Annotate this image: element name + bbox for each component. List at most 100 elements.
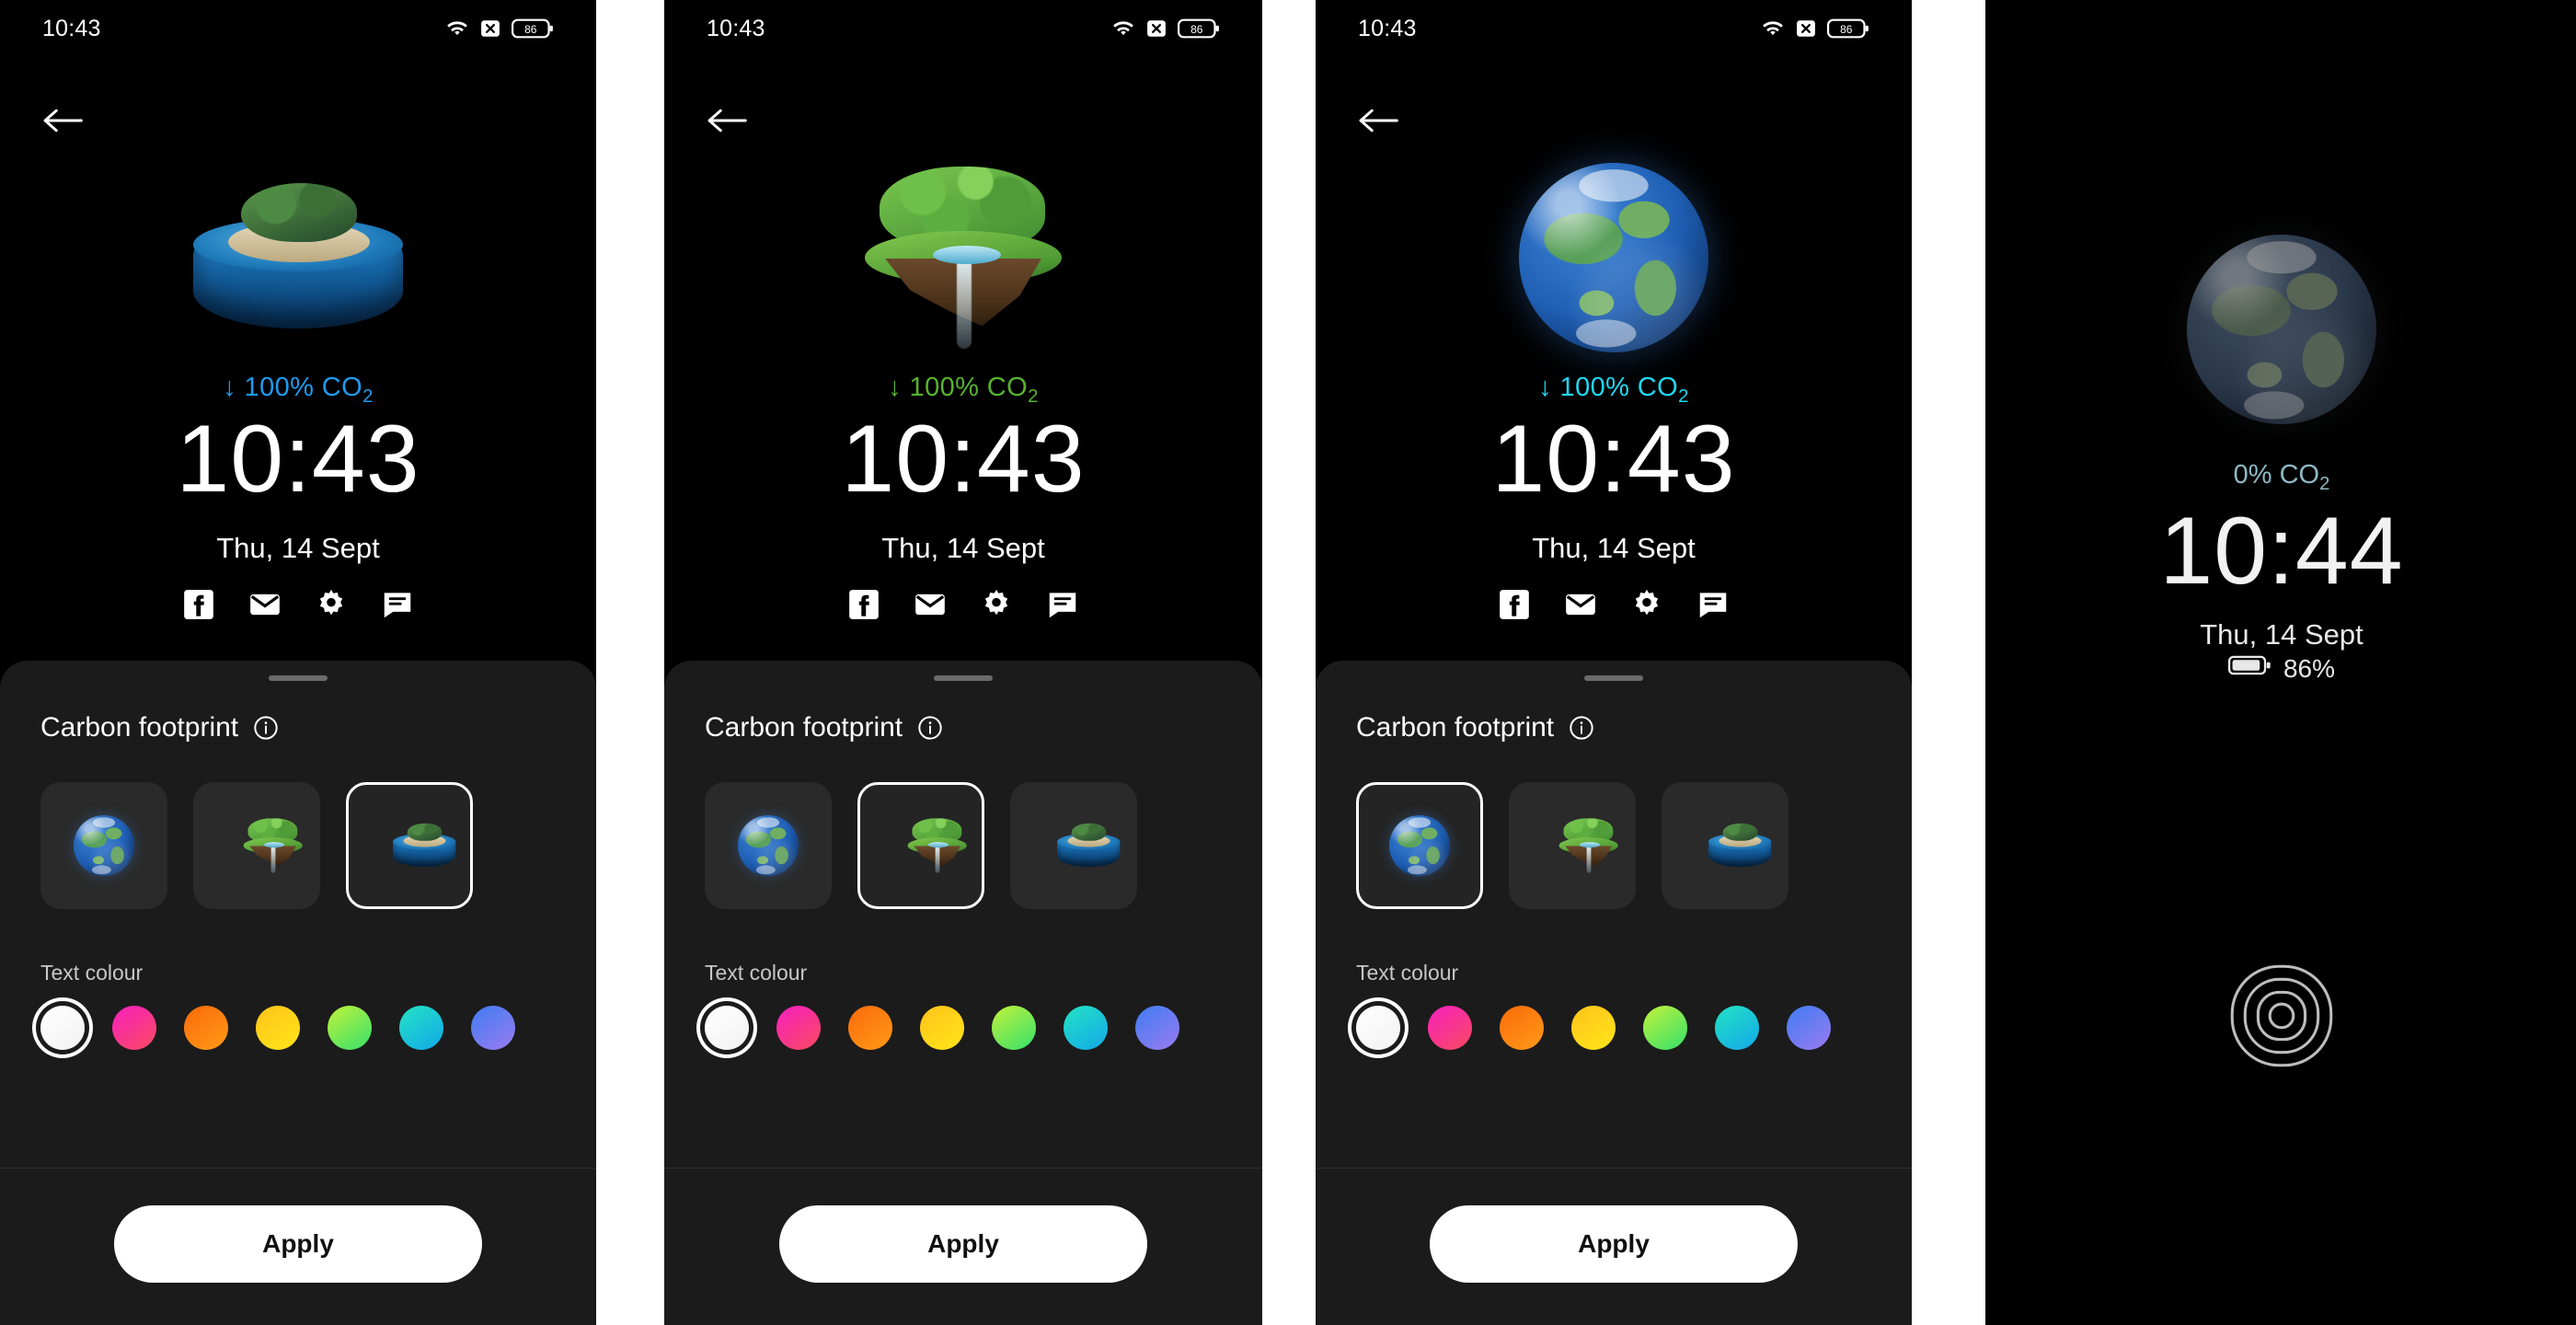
style-picker-sheet: Carbon footprint Text colour Apply xyxy=(0,661,596,1325)
colour-swatch-blue[interactable] xyxy=(1135,1006,1179,1050)
aod-co2-subscript: 2 xyxy=(2319,473,2330,494)
apply-button[interactable]: Apply xyxy=(1430,1205,1798,1283)
no-signal-icon xyxy=(1146,18,1167,39)
svg-text:86: 86 xyxy=(524,23,537,36)
email-icon[interactable] xyxy=(247,587,282,622)
back-arrow-icon xyxy=(1357,105,1399,136)
co2-indicator: ↓ 100% CO2 xyxy=(664,373,1262,408)
colour-swatch-pink[interactable] xyxy=(776,1006,821,1050)
thumbnail-ocean-island[interactable] xyxy=(346,782,473,909)
colour-swatch-white[interactable] xyxy=(705,1006,749,1050)
svg-text:86: 86 xyxy=(1840,23,1853,36)
panel-gutter xyxy=(1912,0,1985,1325)
colour-swatch-pink[interactable] xyxy=(112,1006,156,1050)
fingerprint-sensor[interactable] xyxy=(1985,957,2576,1079)
sheet-header: Carbon footprint xyxy=(0,681,596,743)
text-colour-swatches xyxy=(664,985,1262,1050)
apply-bar: Apply xyxy=(664,1168,1262,1325)
settings-gear-icon[interactable] xyxy=(979,587,1014,622)
lockscreen-hero-art xyxy=(0,138,596,377)
colour-swatch-cyan[interactable] xyxy=(399,1006,443,1050)
thumbnail-earth[interactable] xyxy=(40,782,167,909)
colour-swatch-blue[interactable] xyxy=(471,1006,515,1050)
text-colour-label: Text colour xyxy=(705,961,808,985)
apply-button[interactable]: Apply xyxy=(779,1205,1147,1283)
lockscreen-shortcuts xyxy=(664,587,1262,622)
thumbnail-floating-island[interactable] xyxy=(857,782,984,909)
co2-subscript: 2 xyxy=(362,386,374,407)
lockscreen-date: Thu, 14 Sept xyxy=(1532,532,1696,564)
info-icon[interactable] xyxy=(1569,715,1594,741)
colour-swatch-green[interactable] xyxy=(992,1006,1036,1050)
style-thumbnail-list xyxy=(1316,743,1912,909)
colour-swatch-green[interactable] xyxy=(1643,1006,1687,1050)
colour-swatch-cyan[interactable] xyxy=(1064,1006,1108,1050)
co2-indicator-text: ↓ 100% CO xyxy=(1538,373,1679,402)
co2-indicator-text: ↓ 100% CO xyxy=(223,373,363,402)
co2-indicator: ↓ 100% CO2 xyxy=(0,373,596,408)
aod-hero-art xyxy=(1985,235,2576,424)
colour-swatch-yellow[interactable] xyxy=(256,1006,300,1050)
thumbnail-ocean-island[interactable] xyxy=(1662,782,1788,909)
messages-icon[interactable] xyxy=(1696,587,1731,622)
email-icon[interactable] xyxy=(1563,587,1598,622)
settings-gear-icon[interactable] xyxy=(314,587,349,622)
aod-co2-indicator: 0% CO2 xyxy=(1985,460,2576,495)
facebook-icon[interactable] xyxy=(181,587,216,622)
thumbnail-ocean-island[interactable] xyxy=(1010,782,1137,909)
back-arrow-icon xyxy=(41,105,84,136)
earth-globe-art xyxy=(1519,163,1708,352)
aod-battery-percent: 86% xyxy=(2283,653,2336,683)
colour-swatch-orange[interactable] xyxy=(1500,1006,1544,1050)
aod-battery-status: 86% xyxy=(1985,653,2576,684)
colour-swatch-yellow[interactable] xyxy=(920,1006,964,1050)
lockscreen-clock: 10:43 xyxy=(841,406,1086,513)
text-colour-swatches xyxy=(1316,985,1912,1050)
messages-icon[interactable] xyxy=(1045,587,1080,622)
thumbnail-floating-island[interactable] xyxy=(193,782,320,909)
apply-button[interactable]: Apply xyxy=(114,1205,482,1283)
colour-swatch-green[interactable] xyxy=(328,1006,372,1050)
messages-icon[interactable] xyxy=(380,587,415,622)
lockscreen-clock: 10:43 xyxy=(1491,406,1736,513)
facebook-icon[interactable] xyxy=(1497,587,1532,622)
screenshot-stage: 10:43 86 ↓ 100% CO2 10:43 Thu, 14 Sept C… xyxy=(0,0,2576,1325)
no-signal-icon xyxy=(1796,18,1816,39)
status-bar-icons: 86 xyxy=(1111,18,1220,39)
info-icon[interactable] xyxy=(917,715,943,741)
colour-swatch-orange[interactable] xyxy=(848,1006,892,1050)
colour-swatch-cyan[interactable] xyxy=(1715,1006,1759,1050)
status-bar-time: 10:43 xyxy=(42,15,101,41)
style-picker-sheet: Carbon footprint Text colour Apply xyxy=(664,661,1262,1325)
co2-subscript: 2 xyxy=(1678,386,1689,407)
status-bar-time: 10:43 xyxy=(1358,15,1417,41)
sheet-title-text: Carbon footprint xyxy=(40,712,239,743)
aod-clock: 10:44 xyxy=(2159,498,2404,605)
co2-indicator: ↓ 100% CO2 xyxy=(1316,373,1912,408)
status-bar-icons: 86 xyxy=(1761,18,1869,39)
lockscreen-hero-art xyxy=(1316,138,1912,377)
settings-gear-icon[interactable] xyxy=(1629,587,1664,622)
text-colour-label: Text colour xyxy=(40,961,144,985)
colour-swatch-yellow[interactable] xyxy=(1571,1006,1616,1050)
colour-swatch-orange[interactable] xyxy=(184,1006,228,1050)
panel-earth: 10:43 86 ↓ 100% CO2 10:43 Thu, 14 Sept C… xyxy=(1316,0,1912,1325)
svg-text:86: 86 xyxy=(1190,23,1203,36)
facebook-icon[interactable] xyxy=(846,587,881,622)
thumbnail-earth[interactable] xyxy=(1356,782,1483,909)
info-icon[interactable] xyxy=(253,715,279,741)
apply-bar: Apply xyxy=(0,1168,596,1325)
colour-swatch-white[interactable] xyxy=(40,1006,85,1050)
colour-swatch-blue[interactable] xyxy=(1787,1006,1831,1050)
colour-swatch-pink[interactable] xyxy=(1428,1006,1472,1050)
floating-island-waterfall-art xyxy=(848,161,1078,354)
sheet-spacer xyxy=(664,1050,1262,1168)
status-bar-icons: 86 xyxy=(445,18,554,39)
status-bar: 10:43 86 xyxy=(664,0,1262,57)
colour-swatch-white[interactable] xyxy=(1356,1006,1400,1050)
thumbnail-floating-island[interactable] xyxy=(1509,782,1636,909)
ocean-disc-island-art xyxy=(188,170,408,345)
thumbnail-earth[interactable] xyxy=(705,782,832,909)
earth-globe-dim-art xyxy=(2187,235,2376,424)
email-icon[interactable] xyxy=(913,587,948,622)
